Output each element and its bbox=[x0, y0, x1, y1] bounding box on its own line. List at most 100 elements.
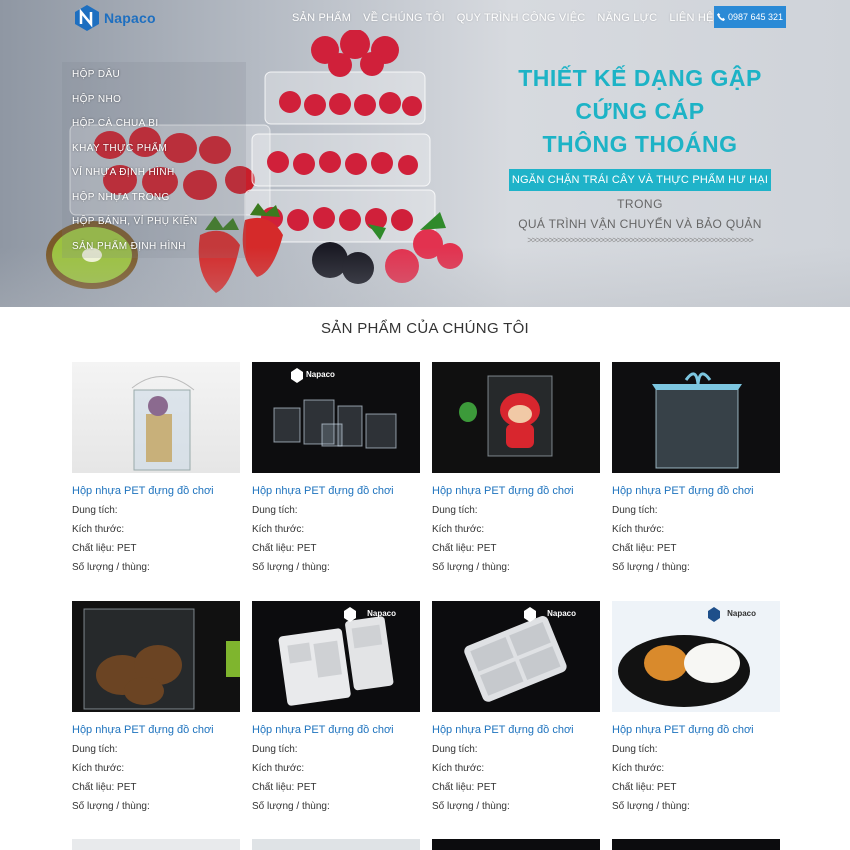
product-size: Kích thước: bbox=[72, 763, 125, 774]
category-khay-thuc-pham[interactable]: KHAY THỰC PHẨM bbox=[72, 143, 167, 154]
product-image[interactable] bbox=[72, 362, 240, 473]
product-name[interactable]: Hộp nhựa PET đựng đồ chơi bbox=[612, 485, 780, 497]
product-image[interactable] bbox=[432, 839, 600, 850]
product-quantity: Số lượng / thùng: bbox=[72, 801, 150, 812]
slogan-process: QUÁ TRÌNH VẬN CHUYỂN VÀ BẢO QUẢN bbox=[518, 217, 762, 231]
product-card-partial[interactable] bbox=[612, 839, 780, 850]
product-card[interactable]: Hộp nhựa PET đựng đồ chơi Dung tích: Kíc… bbox=[72, 362, 240, 573]
product-card[interactable]: Hộp nhựa PET đựng đồ chơi Dung tích: Kíc… bbox=[612, 362, 780, 573]
nav-quy-trinh[interactable]: QUY TRÌNH CÔNG VIỆC bbox=[457, 12, 586, 24]
nav-nang-luc[interactable]: NĂNG LỰC bbox=[597, 12, 657, 24]
product-card-partial[interactable] bbox=[72, 839, 240, 850]
category-hop-ca-chua-bi[interactable]: HỘP CÀ CHUA BI bbox=[72, 118, 159, 129]
product-image[interactable] bbox=[432, 362, 600, 473]
product-image[interactable]: Napaco bbox=[252, 601, 420, 712]
product-quantity: Số lượng / thùng: bbox=[612, 562, 690, 573]
category-hop-banh[interactable]: HỘP BÁNH, VỈ PHỤ KIỆN bbox=[72, 216, 197, 227]
product-card[interactable]: Napaco Hộp nhựa PET đựng đồ chơi Dung tí… bbox=[612, 601, 780, 812]
product-brand: Napaco bbox=[547, 609, 576, 618]
product-quantity: Số lượng / thùng: bbox=[252, 801, 330, 812]
product-photo bbox=[652, 372, 742, 469]
product-name[interactable]: Hộp nhựa PET đựng đồ chơi bbox=[252, 724, 420, 736]
product-name[interactable]: Hộp nhựa PET đựng đồ chơi bbox=[432, 485, 600, 497]
product-quantity: Số lượng / thùng: bbox=[432, 562, 510, 573]
product-card[interactable]: Napaco Hộp nhựa PET đựng đồ chơi Dung tí… bbox=[252, 362, 420, 573]
product-card[interactable]: Hộp nhựa PET đựng đồ chơi Dung tích: Kíc… bbox=[72, 601, 240, 812]
product-size: Kích thước: bbox=[432, 524, 485, 535]
product-card-partial[interactable] bbox=[432, 839, 600, 850]
product-capacity: Dung tích: bbox=[252, 744, 298, 755]
section-title: SẢN PHẨM CỦA CHÚNG TÔI bbox=[320, 320, 530, 337]
product-quantity: Số lượng / thùng: bbox=[432, 801, 510, 812]
category-hop-dau[interactable]: HỘP DÂU bbox=[72, 69, 120, 80]
category-menu: HỘP DÂU HỘP NHO HỘP CÀ CHUA BI KHAY THỰC… bbox=[62, 62, 246, 258]
product-image[interactable]: Napaco bbox=[612, 601, 780, 712]
product-brand: Napaco bbox=[727, 609, 756, 618]
product-material: Chất liệu: PET bbox=[252, 782, 317, 793]
product-name[interactable]: Hộp nhựa PET đựng đồ chơi bbox=[72, 724, 240, 736]
category-hop-nho[interactable]: HỘP NHO bbox=[72, 94, 121, 105]
product-material: Chất liệu: PET bbox=[72, 782, 137, 793]
hero-slogan: THIẾT KẾ DẠNG GẬP CỨNG CÁP THÔNG THOÁNG … bbox=[500, 62, 780, 245]
product-capacity: Dung tích: bbox=[72, 505, 118, 516]
product-size: Kích thước: bbox=[252, 763, 305, 774]
site-logo[interactable]: Napaco bbox=[73, 4, 156, 32]
product-card[interactable]: Napaco Hộp nhựa PET đựng đồ chơi Dung tí… bbox=[252, 601, 420, 812]
product-image[interactable]: Napaco bbox=[252, 362, 420, 473]
product-capacity: Dung tích: bbox=[612, 744, 658, 755]
phone-icon bbox=[716, 13, 725, 21]
nav-ve-chung-toi[interactable]: VỀ CHÚNG TÔI bbox=[363, 12, 445, 24]
product-size: Kích thước: bbox=[612, 763, 665, 774]
phone-button[interactable]: 0987 645 321 bbox=[714, 6, 786, 28]
product-photo bbox=[459, 375, 553, 457]
product-capacity: Dung tích: bbox=[432, 505, 478, 516]
product-photo bbox=[131, 376, 195, 471]
slogan-line-3: THÔNG THOÁNG bbox=[542, 131, 738, 157]
product-name[interactable]: Hộp nhựa PET đựng đồ chơi bbox=[612, 724, 780, 736]
product-name[interactable]: Hộp nhựa PET đựng đồ chơi bbox=[252, 485, 420, 497]
product-size: Kích thước: bbox=[252, 524, 305, 535]
product-card[interactable]: Napaco Hộp nhựa PET đựng đồ chơi Dung tí… bbox=[432, 601, 600, 812]
product-size: Kích thước: bbox=[432, 763, 485, 774]
category-hop-nhua-trong[interactable]: HỘP NHỰA TRONG bbox=[72, 192, 170, 203]
product-quantity: Số lượng / thùng: bbox=[72, 562, 150, 573]
product-name[interactable]: Hộp nhựa PET đựng đồ chơi bbox=[432, 724, 600, 736]
slogan-banner: NGĂN CHẶN TRÁI CÂY VÀ THỰC PHẨM HƯ HẠI bbox=[509, 169, 771, 191]
product-brand: Napaco bbox=[367, 609, 396, 618]
category-vi-nhua-dinh-hinh[interactable]: VỈ NHỰA ĐỊNH HÌNH bbox=[72, 167, 175, 178]
product-image[interactable] bbox=[612, 362, 780, 473]
product-material: Chất liệu: PET bbox=[72, 543, 137, 554]
slogan-arrows: >>>>>>>>>>>>>>>>>>>>>>>>>>>>>>>>>>>>>>>>… bbox=[527, 235, 754, 245]
product-card[interactable]: Hộp nhựa PET đựng đồ chơi Dung tích: Kíc… bbox=[432, 362, 600, 573]
product-size: Kích thước: bbox=[72, 524, 125, 535]
product-image[interactable] bbox=[72, 839, 240, 850]
product-capacity: Dung tích: bbox=[432, 744, 478, 755]
main-nav: SẢN PHẨM VỀ CHÚNG TÔI QUY TRÌNH CÔNG VIỆ… bbox=[292, 12, 714, 24]
nav-san-pham[interactable]: SẢN PHẨM bbox=[292, 12, 351, 24]
product-name[interactable]: Hộp nhựa PET đựng đồ chơi bbox=[72, 485, 240, 497]
phone-number: 0987 645 321 bbox=[727, 12, 784, 22]
slogan-trong: TRONG bbox=[617, 197, 663, 211]
product-capacity: Dung tích: bbox=[72, 744, 118, 755]
slogan-line-1: THIẾT KẾ DẠNG GẬP bbox=[518, 65, 762, 91]
product-size: Kích thước: bbox=[612, 524, 665, 535]
logo-text: Napaco bbox=[104, 10, 156, 26]
product-capacity: Dung tích: bbox=[252, 505, 298, 516]
nav-lien-he[interactable]: LIÊN HỆ bbox=[669, 12, 713, 24]
product-capacity: Dung tích: bbox=[612, 505, 658, 516]
product-material: Chất liệu: PET bbox=[612, 782, 677, 793]
product-photo bbox=[273, 368, 397, 449]
product-card-partial[interactable] bbox=[252, 839, 420, 850]
category-san-pham-dinh-hinh[interactable]: SẢN PHẨM ĐỊNH HÌNH bbox=[72, 241, 186, 252]
product-material: Chất liệu: PET bbox=[252, 543, 317, 554]
product-material: Chất liệu: PET bbox=[432, 543, 497, 554]
product-image[interactable]: Napaco bbox=[432, 601, 600, 712]
product-quantity: Số lượng / thùng: bbox=[612, 801, 690, 812]
slogan-line-2: CỨNG CÁP bbox=[575, 98, 705, 124]
product-image[interactable] bbox=[612, 839, 780, 850]
product-material: Chất liệu: PET bbox=[432, 782, 497, 793]
napaco-logo-icon bbox=[75, 5, 99, 31]
hero-banner: Napaco SẢN PHẨM VỀ CHÚNG TÔI QUY TRÌNH C… bbox=[0, 0, 850, 307]
product-image[interactable] bbox=[252, 839, 420, 850]
product-image[interactable] bbox=[72, 601, 240, 712]
